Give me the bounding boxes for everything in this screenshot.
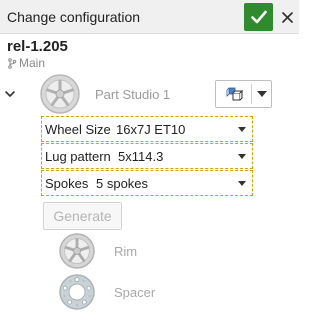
config-spokes-select[interactable]: Spokes 5 spokes: [41, 170, 253, 196]
caret-down-icon: [257, 91, 267, 97]
part-spacer-label: Spacer: [114, 285, 156, 300]
chevron-down-icon[interactable]: [4, 89, 16, 99]
branch-info: Main: [7, 56, 45, 70]
assembly-insert-icon: [226, 87, 243, 101]
dialog-title: Change configuration: [7, 9, 141, 25]
insert-button-group: [215, 80, 272, 108]
insert-button[interactable]: [216, 81, 251, 107]
part-rim-label: Rim: [114, 244, 138, 259]
branch-icon: [8, 57, 17, 69]
part-studio-label: Part Studio 1: [95, 87, 171, 102]
caret-down-icon: [238, 127, 246, 132]
insert-options-dropdown[interactable]: [252, 81, 272, 107]
close-button[interactable]: [277, 3, 297, 31]
config-wheel-size-select[interactable]: Wheel Size 16x7J ET10: [41, 116, 253, 142]
config-label: Spokes: [45, 176, 89, 191]
version-name: rel-1.205: [7, 38, 68, 55]
config-label: Wheel Size: [45, 122, 111, 137]
caret-down-icon: [238, 181, 246, 186]
close-icon: [281, 11, 293, 23]
ok-button[interactable]: [244, 3, 273, 31]
generate-button[interactable]: Generate: [43, 202, 122, 230]
branch-name: Main: [19, 56, 46, 70]
dialog-header: Change configuration: [0, 0, 299, 34]
rim-icon[interactable]: [54, 230, 100, 272]
config-value: 5x114.3: [118, 149, 164, 164]
checkmark-icon: [250, 10, 267, 24]
config-value: 16x7J ET10: [116, 122, 186, 137]
config-label: Lug pattern: [45, 149, 111, 164]
config-value: 5 spokes: [96, 176, 149, 191]
spacer-icon[interactable]: [54, 271, 100, 313]
config-lug-pattern-select[interactable]: Lug pattern 5x114.3: [41, 143, 253, 169]
wheel-thumbnail-icon: [40, 74, 80, 114]
caret-down-icon: [238, 154, 246, 159]
